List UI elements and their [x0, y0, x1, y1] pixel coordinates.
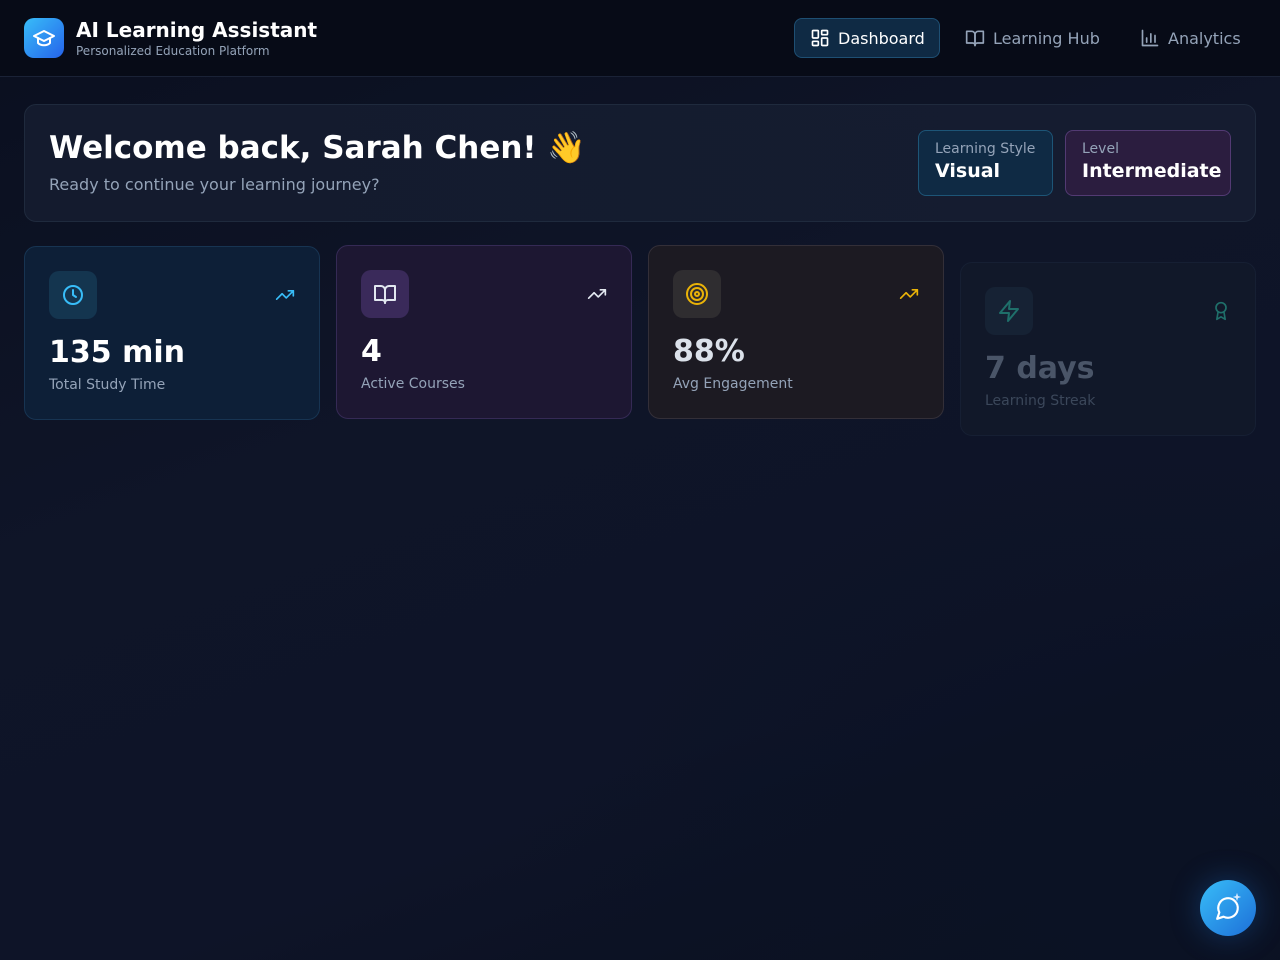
- dashboard-grid-icon: [811, 29, 829, 47]
- award-icon: [1215, 301, 1227, 321]
- stat-card-study-time: 135 min Total Study Time: [24, 246, 320, 420]
- stat-value: 88%: [673, 334, 745, 369]
- stat-label: Learning Streak: [985, 393, 1096, 409]
- stat-card-engagement: 88% Avg Engagement: [648, 245, 944, 419]
- stat-value: 135 min: [49, 335, 185, 370]
- learning-style-label: Learning Style: [935, 141, 1036, 157]
- trending-up-icon: [899, 289, 919, 299]
- stat-label: Total Study Time: [49, 377, 166, 393]
- book-open-icon: [361, 270, 409, 318]
- bar-chart-icon: [1141, 29, 1159, 47]
- app-subtitle: Personalized Education Platform: [76, 44, 270, 58]
- nav-dashboard[interactable]: Dashboard: [794, 18, 940, 58]
- welcome-title: Welcome back, Sarah Chen! 👋: [49, 130, 586, 166]
- learning-style-value: Visual: [935, 160, 1001, 182]
- welcome-subtitle: Ready to continue your learning journey?: [49, 175, 380, 194]
- welcome-panel: Welcome back, Sarah Chen! 👋 Ready to con…: [24, 104, 1256, 222]
- target-icon: [673, 270, 721, 318]
- trending-up-icon: [275, 290, 295, 300]
- clock-icon: [49, 271, 97, 319]
- nav-dashboard-label: Dashboard: [838, 28, 925, 48]
- nav-analytics-label: Analytics: [1168, 28, 1241, 48]
- nav-analytics[interactable]: Analytics: [1124, 18, 1257, 58]
- book-open-icon: [965, 30, 985, 47]
- trending-up-icon: [587, 289, 607, 299]
- nav-learning-hub[interactable]: Learning Hub: [949, 18, 1116, 58]
- stat-label: Avg Engagement: [673, 376, 793, 392]
- stat-value: 7 days: [985, 351, 1095, 386]
- stat-value: 4: [361, 334, 382, 369]
- lightning-icon: [985, 287, 1033, 335]
- stat-card-learning-streak: 7 days Learning Streak: [960, 262, 1256, 436]
- level-label: Level: [1082, 141, 1119, 157]
- level-badge: Level Intermediate: [1065, 130, 1231, 196]
- level-value: Intermediate: [1082, 160, 1222, 182]
- stat-label: Active Courses: [361, 376, 465, 392]
- graduation-cap-icon: [24, 18, 64, 58]
- sparkle-icon: [1232, 892, 1242, 902]
- stat-card-active-courses: 4 Active Courses: [336, 245, 632, 419]
- nav-learning-hub-label: Learning Hub: [993, 28, 1100, 48]
- learning-style-badge: Learning Style Visual: [918, 130, 1053, 196]
- chat-assistant-button[interactable]: [1200, 880, 1256, 936]
- app-title: AI Learning Assistant: [76, 18, 318, 42]
- app-header: AI Learning Assistant Personalized Educa…: [0, 0, 1280, 77]
